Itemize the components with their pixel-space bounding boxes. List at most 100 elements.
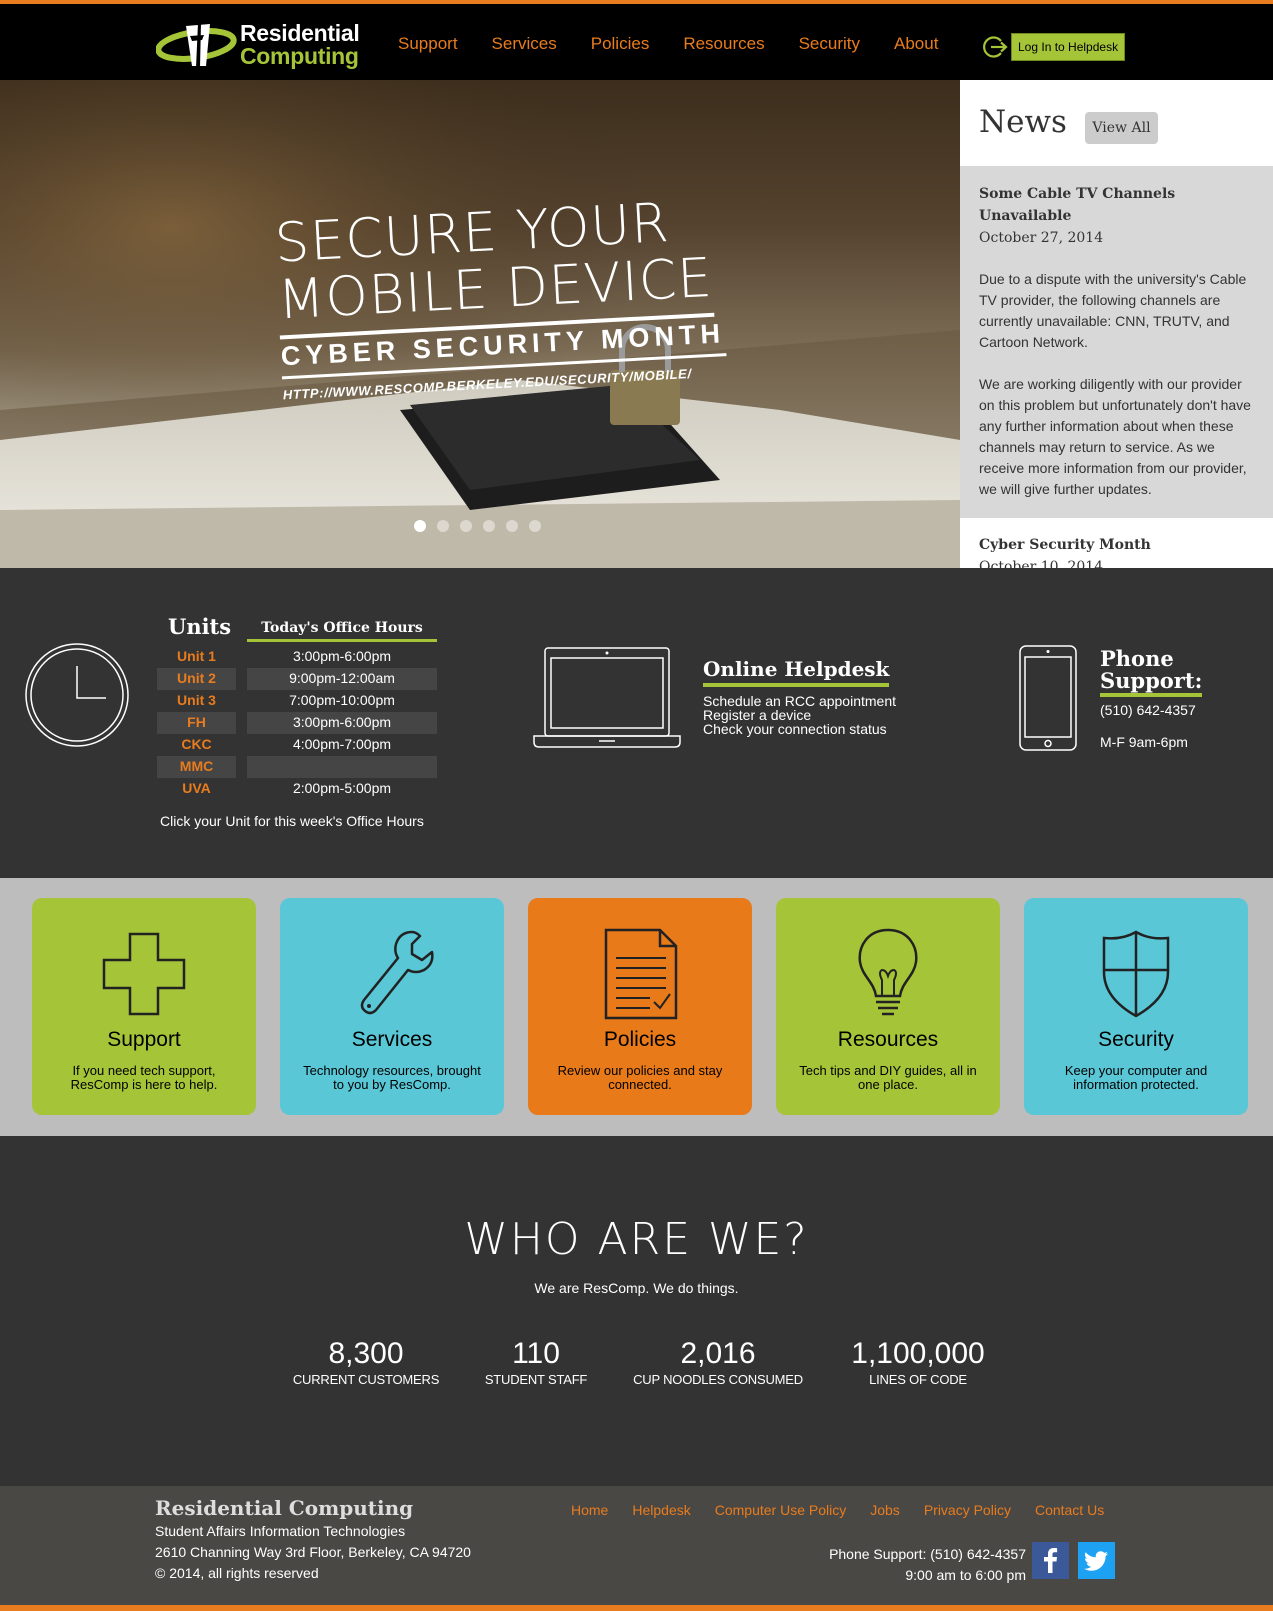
- nav-resources[interactable]: Resources: [683, 34, 764, 54]
- stat-label: LINES OF CODE: [869, 1372, 967, 1387]
- footer-org-name: Residential Computing: [155, 1496, 414, 1520]
- footer-link-home[interactable]: Home: [571, 1502, 608, 1518]
- news-view-all-button[interactable]: View All: [1085, 112, 1158, 144]
- table-row: Unit 1 3:00pm-6:00pm: [157, 646, 437, 668]
- hero-carousel[interactable]: SECURE YOUR MOBILE DEVICE CYBER SECURITY…: [0, 80, 960, 568]
- news-item-title[interactable]: Cyber Security Month: [979, 534, 1151, 556]
- carousel-dot-2[interactable]: [437, 520, 449, 532]
- news-panel: News View All Some Cable TV Channels Una…: [960, 80, 1273, 568]
- unit-hours: [247, 756, 437, 778]
- footer-link-jobs[interactable]: Jobs: [870, 1502, 900, 1518]
- login-icon[interactable]: [982, 34, 1008, 60]
- unit-hours: 9:00pm-12:00am: [247, 668, 437, 690]
- tile-support[interactable]: Support If you need tech support, ResCom…: [32, 898, 256, 1115]
- carousel-dot-4[interactable]: [483, 520, 495, 532]
- tile-services[interactable]: Services Technology resources, brought t…: [280, 898, 504, 1115]
- carousel-dot-6[interactable]: [529, 520, 541, 532]
- unit-link[interactable]: CKC: [157, 734, 236, 756]
- shield-icon: [1102, 930, 1170, 1018]
- footer-link-helpdesk[interactable]: Helpdesk: [632, 1502, 690, 1518]
- nav-services[interactable]: Services: [492, 34, 557, 54]
- tile-title: Services: [351, 1028, 433, 1051]
- tile-title: Resources: [837, 1028, 939, 1051]
- laptop-icon: [533, 647, 681, 748]
- helpdesk-links: Schedule an RCC appointment Register a d…: [703, 694, 896, 736]
- news-item[interactable]: Some Cable TV Channels Unavailable Octob…: [960, 166, 1273, 518]
- footer-link-computer-use-policy[interactable]: Computer Use Policy: [715, 1502, 847, 1518]
- main-nav: Support Services Policies Resources Secu…: [398, 34, 972, 54]
- unit-link[interactable]: Unit 3: [157, 690, 236, 712]
- news-item-date: October 10, 2014: [979, 559, 1104, 568]
- site-logo[interactable]: Residential Computing: [156, 18, 371, 72]
- nav-policies[interactable]: Policies: [591, 34, 650, 54]
- tile-resources[interactable]: Resources Tech tips and DIY guides, all …: [776, 898, 1000, 1115]
- helpdesk-link-appointment[interactable]: Schedule an RCC appointment: [703, 694, 896, 708]
- table-row: Unit 2 9:00pm-12:00am: [157, 668, 437, 690]
- stat-label: CURRENT CUSTOMERS: [292, 1372, 440, 1387]
- carousel-dot-3[interactable]: [460, 520, 472, 532]
- unit-link[interactable]: FH: [157, 712, 236, 734]
- stat-label: CUP NOODLES CONSUMED: [633, 1372, 803, 1387]
- phone-icon: [1019, 645, 1077, 751]
- tile-description: Keep your computer and information prote…: [1064, 1063, 1208, 1092]
- table-row: FH 3:00pm-6:00pm: [157, 712, 437, 734]
- tile-description: Review our policies and stay connected.: [557, 1063, 723, 1092]
- news-item-paragraph: We are working diligently with our provi…: [979, 376, 1251, 497]
- unit-hours: 2:00pm-5:00pm: [292, 780, 392, 796]
- nav-about[interactable]: About: [894, 34, 938, 54]
- news-item-title[interactable]: Some Cable TV Channels Unavailable: [979, 183, 1254, 227]
- phone-number[interactable]: (510) 642-4357: [1100, 702, 1196, 718]
- stat-value: 2,016: [680, 1337, 756, 1370]
- helpdesk-link-connection[interactable]: Check your connection status: [703, 722, 896, 736]
- phone-title-line2: Support:: [1100, 668, 1203, 697]
- news-title: News: [979, 104, 1067, 140]
- carousel-dot-1[interactable]: [414, 520, 426, 532]
- stat-value: 8,300: [328, 1337, 404, 1370]
- unit-link[interactable]: UVA: [157, 778, 236, 800]
- table-row: CKC 4:00pm-7:00pm: [157, 734, 437, 756]
- news-item-date: October 27, 2014: [979, 230, 1104, 246]
- footer-link-contact[interactable]: Contact Us: [1035, 1502, 1104, 1518]
- login-helpdesk-button[interactable]: Log In to Helpdesk: [1011, 33, 1126, 61]
- office-hours-table: Unit 1 3:00pm-6:00pm Unit 2 9:00pm-12:00…: [157, 646, 437, 800]
- carousel-dot-5[interactable]: [506, 520, 518, 532]
- stat-code: 1,100,000 LINES OF CODE: [840, 1336, 996, 1387]
- who-subtitle: We are ResComp. We do things.: [534, 1280, 739, 1296]
- table-row: MMC: [157, 756, 437, 778]
- tile-title: Policies: [603, 1028, 677, 1051]
- page-footer: Residential Computing Student Affairs In…: [0, 1486, 1273, 1611]
- stat-value: 110: [512, 1337, 560, 1370]
- clock-icon: [25, 643, 129, 747]
- tile-policies[interactable]: Policies Review our policies and stay co…: [528, 898, 752, 1115]
- tile-security[interactable]: Security Keep your computer and informat…: [1024, 898, 1248, 1115]
- online-helpdesk-heading[interactable]: Online Helpdesk: [703, 657, 890, 687]
- unit-link[interactable]: Unit 2: [157, 668, 236, 690]
- helpdesk-link-register[interactable]: Register a device: [703, 708, 896, 722]
- wrench-icon: [360, 930, 434, 1015]
- stat-customers: 8,300 CURRENT CUSTOMERS: [288, 1336, 444, 1387]
- footer-phone-info: Phone Support: (510) 642-4357 9:00 am to…: [780, 1544, 1026, 1586]
- unit-hours: 3:00pm-6:00pm: [292, 648, 392, 664]
- who-title: WHO ARE WE?: [464, 1214, 809, 1265]
- unit-link[interactable]: MMC: [157, 756, 236, 778]
- nav-security[interactable]: Security: [799, 34, 860, 54]
- unit-link[interactable]: Unit 1: [157, 646, 236, 668]
- phone-support-heading: Phone Support:: [1100, 648, 1203, 697]
- facebook-icon[interactable]: [1032, 1542, 1069, 1579]
- stat-label: STUDENT STAFF: [484, 1372, 588, 1387]
- contact-info-band: Units Today's Office Hours Unit 1 3:00pm…: [0, 568, 1273, 878]
- news-item[interactable]: Cyber Security Month October 10, 2014: [979, 534, 1151, 568]
- table-row: UVA 2:00pm-5:00pm: [157, 778, 437, 800]
- news-item-paragraph: Due to a dispute with the university's C…: [979, 271, 1247, 350]
- twitter-icon[interactable]: [1078, 1542, 1115, 1579]
- tile-description: Tech tips and DIY guides, all in one pla…: [799, 1063, 977, 1092]
- office-hours-note: Click your Unit for this week's Office H…: [160, 813, 424, 829]
- stat-value: 1,100,000: [851, 1337, 985, 1370]
- hero-headline: SECURE YOUR MOBILE DEVICE CYBER SECURITY…: [273, 189, 727, 402]
- logo-text-line2: Computing: [240, 43, 359, 69]
- office-hours-heading: Today's Office Hours: [247, 620, 437, 642]
- units-heading: Units: [168, 614, 232, 639]
- footer-link-privacy-policy[interactable]: Privacy Policy: [924, 1502, 1011, 1518]
- stat-noodles: 2,016 CUP NOODLES CONSUMED: [626, 1336, 810, 1387]
- nav-support[interactable]: Support: [398, 34, 458, 54]
